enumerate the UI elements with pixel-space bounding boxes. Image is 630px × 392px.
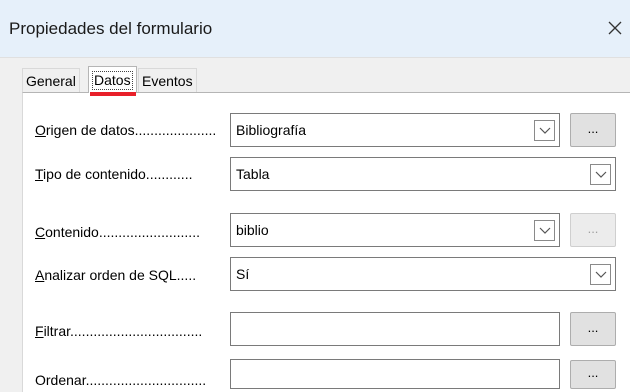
chevron-down-icon bbox=[595, 171, 606, 178]
contenido-value: biblio bbox=[236, 222, 269, 238]
tipo-dropdown-button[interactable] bbox=[590, 164, 611, 185]
origen-dropdown-button[interactable] bbox=[534, 120, 555, 141]
close-button[interactable] bbox=[600, 12, 630, 44]
origen-browse-label: ... bbox=[587, 120, 599, 136]
ordenar-input[interactable] bbox=[230, 359, 560, 389]
ordenar-browse-label: ... bbox=[587, 365, 599, 380]
contenido-dropdown-button[interactable] bbox=[534, 220, 555, 241]
tipo-select[interactable]: Tabla bbox=[230, 157, 616, 191]
active-tab-indicator bbox=[90, 92, 136, 96]
chevron-down-icon bbox=[595, 271, 606, 278]
analizar-label: Analizar orden de SQL..... bbox=[35, 267, 197, 283]
ordenar-browse-button[interactable]: ... bbox=[570, 360, 616, 389]
origen-value: Bibliografía bbox=[236, 122, 307, 138]
window-title: Propiedades del formulario bbox=[9, 19, 213, 38]
tab-eventos-label: Eventos bbox=[142, 73, 193, 89]
filtrar-browse-button[interactable]: ... bbox=[570, 312, 616, 346]
tab-datos[interactable]: Datos bbox=[88, 66, 137, 93]
origen-combobox[interactable]: Bibliografía bbox=[230, 113, 560, 147]
analizar-dropdown-button[interactable] bbox=[590, 264, 611, 285]
tipo-label: Tipo de contenido............ bbox=[35, 166, 193, 182]
origen-browse-button[interactable]: ... bbox=[570, 113, 616, 147]
chevron-down-icon bbox=[539, 227, 550, 234]
filtrar-label: Filtrar.................................… bbox=[35, 323, 203, 339]
ordenar-label: Ordenar............................... bbox=[35, 372, 207, 388]
tipo-value: Tabla bbox=[236, 166, 270, 182]
analizar-select[interactable]: Sí bbox=[230, 257, 616, 291]
tab-general[interactable]: General bbox=[22, 68, 80, 93]
filtrar-browse-label: ... bbox=[587, 319, 599, 335]
tab-eventos[interactable]: Eventos bbox=[138, 68, 197, 93]
tab-general-label: General bbox=[26, 73, 76, 89]
tab-datos-label: Datos bbox=[92, 71, 133, 90]
origen-label: Origen de datos..................... bbox=[35, 122, 217, 138]
contenido-combobox[interactable]: biblio bbox=[230, 213, 560, 247]
contenido-label: Contenido.......................... bbox=[35, 224, 200, 240]
close-icon bbox=[608, 21, 622, 35]
contenido-browse-label: ... bbox=[587, 220, 599, 236]
analizar-value: Sí bbox=[236, 266, 250, 282]
chevron-down-icon bbox=[539, 127, 550, 134]
filtrar-input[interactable] bbox=[230, 312, 560, 346]
contenido-browse-button[interactable]: ... bbox=[570, 213, 616, 247]
title-bar: Propiedades del formulario bbox=[0, 0, 630, 58]
